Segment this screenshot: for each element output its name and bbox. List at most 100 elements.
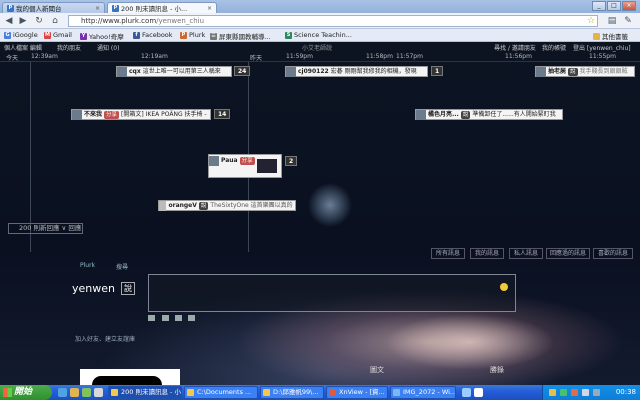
bookmark-science[interactable]: S Science Teachin... xyxy=(285,31,352,39)
tray-icon[interactable] xyxy=(571,389,578,396)
plurk-text: 這世上唯一可以用第三人稱來 xyxy=(142,68,221,75)
filter-private[interactable]: 私人訊息 xyxy=(509,248,543,259)
close-icon[interactable]: × xyxy=(207,5,212,12)
other-bookmarks[interactable]: 其他書籤 xyxy=(593,31,628,41)
back-arrow-icon[interactable]: ◀ xyxy=(3,15,15,27)
system-tray: 00:38 xyxy=(542,385,640,400)
minimize-button[interactable]: _ xyxy=(592,1,606,11)
start-label: 開始 xyxy=(14,387,33,397)
find-friends-link[interactable]: 尋找 / 邀請朋友 xyxy=(494,43,536,52)
yahoo-icon: Y xyxy=(80,32,87,40)
plurk-link[interactable]: Plurk xyxy=(80,262,95,269)
add-friends-link[interactable]: 加入好友、建立友誼庫 xyxy=(75,334,135,343)
link-icon[interactable] xyxy=(175,315,182,321)
close-icon[interactable]: × xyxy=(95,5,100,12)
url-path: /yenwen_chiu xyxy=(156,17,205,25)
plurk-item[interactable]: cqx 這世上唯一可以用第三人稱來 xyxy=(116,66,232,77)
bookmark-label: 屏東縣國教輔導... xyxy=(219,33,271,41)
plurk-item[interactable]: orangeV 說 TheSixtyOne 這首樂團以真的是 xyxy=(158,200,296,211)
reload-icon[interactable]: ↻ xyxy=(33,15,45,27)
close-window-button[interactable]: × xyxy=(622,1,636,11)
bookmark-pingtung[interactable]: ☰ 屏東縣國教輔導... xyxy=(210,31,271,41)
bookmark-plurk[interactable]: P Plurk xyxy=(180,31,205,39)
tab-personal-news[interactable]: P 我的個人新聞台 × xyxy=(2,2,105,13)
plurk-text: TheSixtyOne 這首樂團以真的是 xyxy=(210,202,293,209)
task-folder-d[interactable]: D:\邱雅帆99\... xyxy=(260,386,324,399)
qualifier-badge: 說 xyxy=(198,201,209,210)
ime-icon[interactable] xyxy=(474,388,483,397)
account-link[interactable]: 我的帳號 xyxy=(542,43,566,52)
home-icon[interactable]: ⌂ xyxy=(49,15,61,27)
task-image-viewer[interactable]: IMG_2072 - Wi... xyxy=(390,386,456,399)
emoticon-icon[interactable] xyxy=(500,283,508,291)
logout-link[interactable]: 登出 [yenwen_chiu] xyxy=(573,43,631,52)
tab-records[interactable]: 勝錄 xyxy=(490,365,504,375)
plurk-item[interactable]: 橘色月亮... 說 準備卸任了......有人開始緊盯我 xyxy=(415,109,563,120)
plurk-item[interactable]: cj090122 宏碁 剛剛幫我修我的相機，發現 xyxy=(285,66,428,77)
plurk-text: 我手賤長到銀銀賊 xyxy=(579,68,628,75)
filter-responded[interactable]: 回應過的訊息 xyxy=(546,248,590,259)
image-upload-icon[interactable] xyxy=(148,315,155,321)
image-viewer-icon xyxy=(393,389,400,396)
unread-responses-button[interactable]: 200 則新回應 ∨ 回應 xyxy=(8,223,83,234)
qualifier-dropdown[interactable]: 說 xyxy=(121,282,135,295)
tab-pictures[interactable]: 圖文 xyxy=(370,365,384,375)
bookmark-facebook[interactable]: f Facebook xyxy=(133,31,173,39)
gmail-icon: M xyxy=(44,31,51,39)
forward-arrow-icon[interactable]: ▶ xyxy=(17,15,29,27)
plurk-author: 抽老屍 xyxy=(548,68,567,75)
start-button[interactable]: 開始 xyxy=(0,385,52,400)
settings-icon[interactable] xyxy=(188,315,195,321)
plurk-author: cj090122 xyxy=(298,68,329,75)
wrench-icon[interactable]: ✎ xyxy=(622,15,634,27)
profile-link[interactable]: 個人檔案 編輯 xyxy=(4,43,42,52)
notify-link[interactable]: 通知 (0) xyxy=(97,43,119,52)
response-count-badge[interactable]: 2 xyxy=(285,156,298,166)
search-link[interactable]: 搜尋 xyxy=(116,262,128,271)
filter-all[interactable]: 所有訊息 xyxy=(431,248,465,259)
task-xnview[interactable]: XnView - [資... xyxy=(326,386,388,399)
plurk-author: cqx xyxy=(129,68,141,75)
clock[interactable]: 00:38 xyxy=(616,388,636,396)
response-count-badge[interactable]: 14 xyxy=(214,109,231,119)
plurk-post-input[interactable] xyxy=(148,274,516,312)
maximize-button[interactable]: □ xyxy=(607,1,621,11)
response-count-badge[interactable]: 1 xyxy=(431,66,444,76)
tray-icon[interactable] xyxy=(560,389,567,396)
ie-icon[interactable] xyxy=(58,388,67,397)
plurk-item[interactable]: 抽老屍 說 我手賤長到銀銀賊 xyxy=(535,66,635,77)
bookmark-gmail[interactable]: M Gmail xyxy=(44,31,72,39)
filter-mine[interactable]: 我的訊息 xyxy=(470,248,504,259)
task-label: 200 則未讀訊息 - 小... xyxy=(121,388,182,396)
friends-link[interactable]: 我的朋友 xyxy=(57,43,81,52)
tab-plurk-unread[interactable]: P 200 則未讀訊息 - 小... × xyxy=(107,2,217,13)
show-desktop-icon[interactable] xyxy=(94,388,103,397)
bookmark-star-icon[interactable]: ☆ xyxy=(585,15,597,27)
page-menu-icon[interactable]: ▤ xyxy=(606,15,618,27)
plurk-image-thumbnail[interactable] xyxy=(256,159,277,173)
plurk-author: orangeV xyxy=(168,202,197,209)
task-documents[interactable]: C:\Documents ... xyxy=(184,386,258,399)
chrome-icon[interactable] xyxy=(82,388,91,397)
plurk-text: 準備卸任了......有人開始緊盯我 xyxy=(472,111,556,118)
plurk-item[interactable]: 不來我 分享 [開箱文] IKEA POÄNG 扶手椅 - xyxy=(71,109,211,120)
filter-liked[interactable]: 喜歡的訊息 xyxy=(593,248,633,259)
bookmark-igoogle[interactable]: G iGoogle xyxy=(4,31,38,39)
plurk-item[interactable]: Paua 分享 xyxy=(208,154,282,178)
time-label: 11:57pm xyxy=(396,53,423,60)
time-label: 12:39am xyxy=(31,53,58,60)
tray-icon[interactable] xyxy=(549,389,556,396)
response-count-badge[interactable]: 24 xyxy=(234,66,251,76)
avatar xyxy=(159,200,167,211)
tab-label: 我的個人新聞台 xyxy=(16,5,62,13)
language-bar-icon[interactable] xyxy=(462,388,471,397)
folder-icon: ☰ xyxy=(210,32,217,40)
task-chrome[interactable]: 200 則未讀訊息 - 小... xyxy=(108,386,182,399)
lock-icon[interactable] xyxy=(162,315,169,321)
avatar xyxy=(416,109,426,120)
url-field[interactable]: http://www.plurk.com/yenwen_chiu xyxy=(68,15,598,27)
volume-icon[interactable] xyxy=(582,389,589,396)
explorer-icon[interactable] xyxy=(70,388,79,397)
bookmark-yahoo[interactable]: Y Yahoo!奇摩 xyxy=(80,31,124,41)
network-icon[interactable] xyxy=(593,389,600,396)
